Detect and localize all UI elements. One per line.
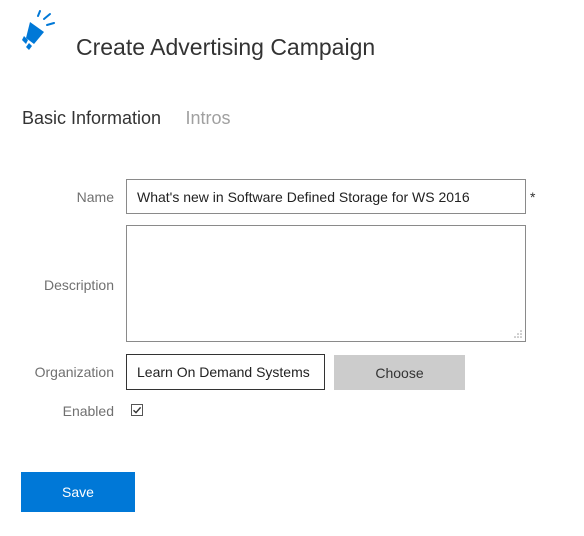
name-label: Name xyxy=(76,189,114,205)
page-header: Create Advertising Campaign xyxy=(20,10,560,70)
tab-basic-information[interactable]: Basic Information xyxy=(22,108,161,129)
save-button[interactable]: Save xyxy=(21,472,135,512)
description-textarea[interactable] xyxy=(126,225,526,342)
resize-grip-icon[interactable] xyxy=(514,330,522,338)
organization-input[interactable] xyxy=(126,354,325,390)
required-mark: * xyxy=(530,189,536,205)
choose-button[interactable]: Choose xyxy=(334,355,465,390)
tab-intros[interactable]: Intros xyxy=(186,108,231,129)
enabled-label: Enabled xyxy=(62,403,114,419)
organization-label: Organization xyxy=(34,364,114,380)
enabled-checkbox[interactable] xyxy=(131,404,143,416)
page-title: Create Advertising Campaign xyxy=(76,34,376,60)
tab-bar: Basic Information Intros xyxy=(22,108,251,136)
name-input[interactable] xyxy=(126,179,526,214)
description-label: Description xyxy=(43,277,114,293)
megaphone-icon xyxy=(22,10,55,50)
